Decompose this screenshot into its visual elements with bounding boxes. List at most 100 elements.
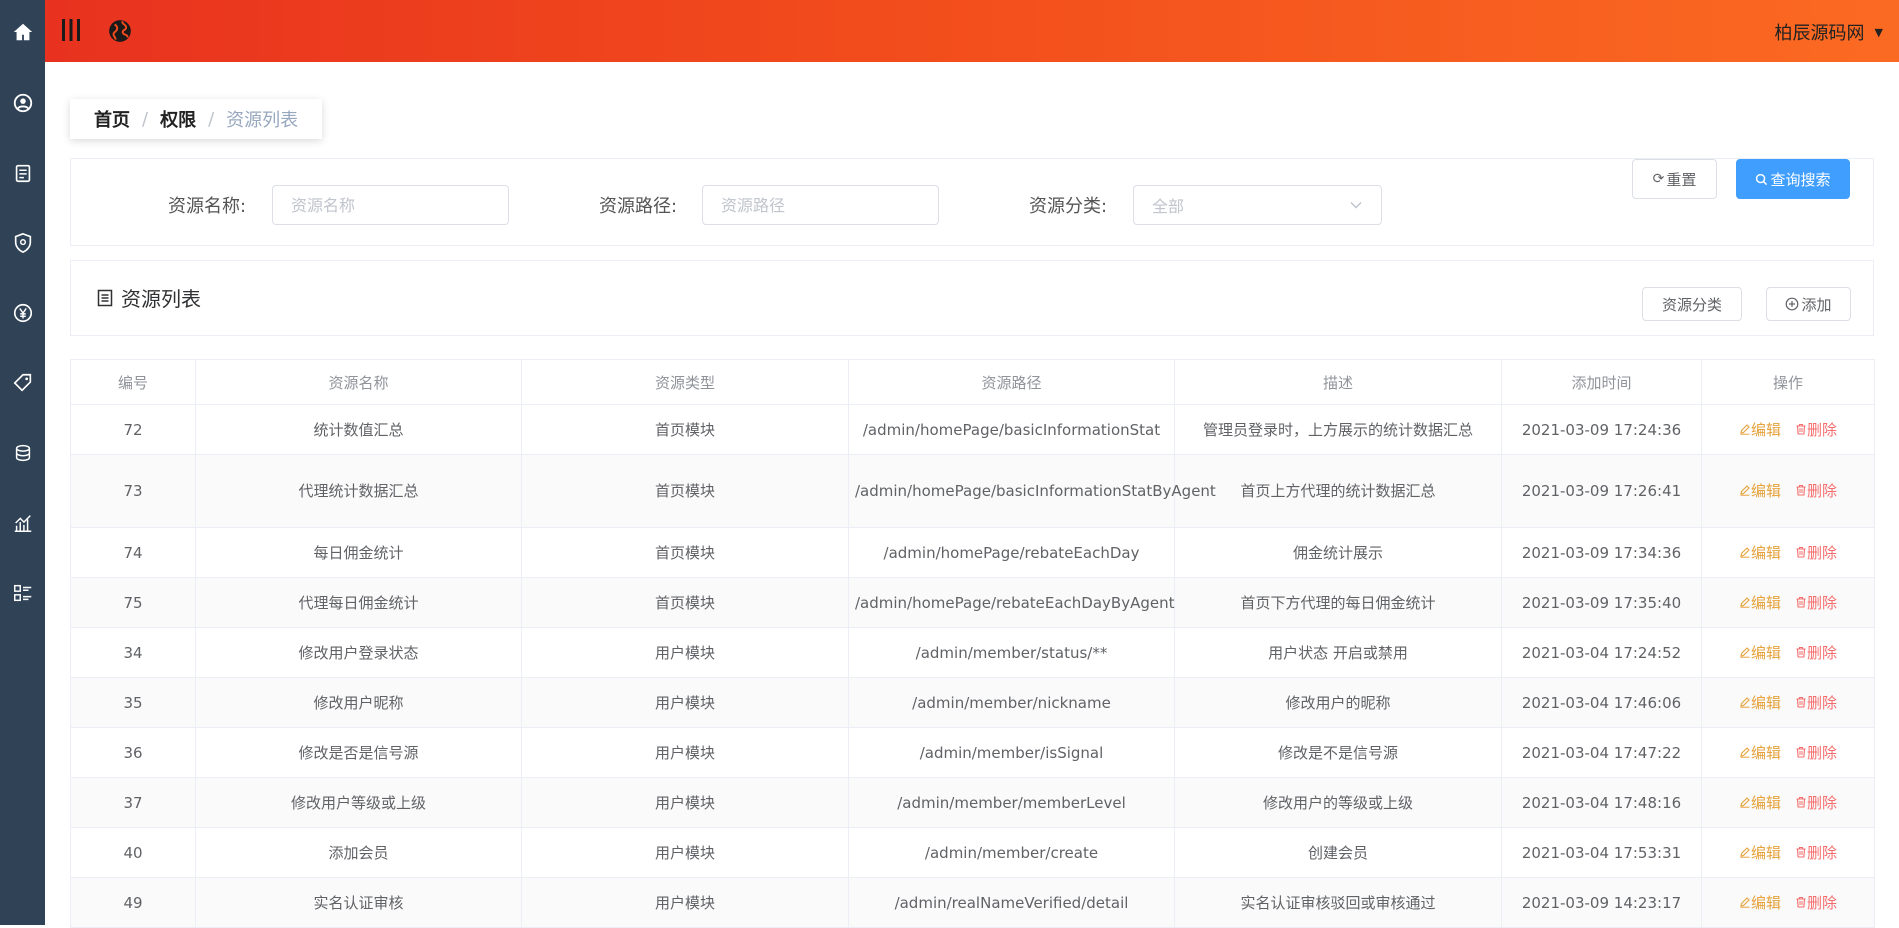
- list-title: 资源列表: [97, 283, 201, 312]
- user-circle-icon: [13, 93, 32, 113]
- cell-name: 代理统计数据汇总: [195, 454, 522, 528]
- sidebar-item-promo[interactable]: [0, 363, 45, 403]
- edit-button[interactable]: 编辑: [1739, 477, 1781, 505]
- cell-name: 实名认证审核: [195, 877, 522, 928]
- cell-type: 首页模块: [521, 577, 849, 628]
- edit-button-label: 编辑: [1750, 482, 1781, 500]
- cell-path: /admin/member/nickname: [848, 677, 1175, 728]
- delete-button-label: 删除: [1807, 543, 1838, 562]
- cell-name: 修改用户登录状态: [195, 627, 522, 678]
- table-row: 72 统计数值汇总 首页模块/admin/homePage/basicInforma…: [70, 404, 1875, 455]
- sidebar-item-orders[interactable]: [0, 153, 45, 193]
- cell-id: 73: [70, 454, 196, 528]
- search-panel: 资源名称: 资源路径: 资源分类: 全部 ⟳ 重置 查询搜索: [70, 158, 1874, 246]
- sidebar-item-assets[interactable]: [0, 433, 45, 473]
- table-body: 72 统计数值汇总 首页模块/admin/homePage/basicInforma…: [70, 404, 1875, 928]
- edit-button[interactable]: 编辑: [1739, 639, 1781, 667]
- edit-button[interactable]: 编辑: [1739, 689, 1781, 717]
- reset-button[interactable]: ⟳ 重置: [1632, 159, 1717, 199]
- cell-name: 代理每日佣金统计: [195, 577, 522, 628]
- delete-button-label: 删除: [1807, 793, 1838, 812]
- breadcrumb: 首页 / 权限 / 资源列表: [70, 99, 323, 139]
- edit-button-label: 编辑: [1750, 420, 1781, 439]
- list-header: 资源列表 资源分类 添加: [70, 260, 1874, 336]
- cell-type: 首页模块: [521, 454, 849, 528]
- sidebar-item-settings[interactable]: [0, 573, 45, 613]
- cell-name: 添加会员: [195, 827, 522, 878]
- cell-type: 首页模块: [521, 527, 849, 578]
- cell-id: 49: [70, 877, 196, 928]
- delete-button[interactable]: 删除: [1795, 789, 1837, 817]
- edit-button[interactable]: 编辑: [1739, 839, 1781, 867]
- edit-button[interactable]: 编辑: [1739, 589, 1781, 617]
- plus-circle-icon: [1786, 297, 1799, 311]
- cell-id: 40: [70, 827, 196, 878]
- cell-desc: 管理员登录时，上方展示的统计数据汇总: [1174, 404, 1502, 455]
- resource-path-label: 资源路径:: [599, 196, 678, 217]
- sidebar-item-stats[interactable]: [0, 503, 45, 543]
- cell-name: 修改是否是信号源: [195, 727, 522, 778]
- delete-button[interactable]: 删除: [1795, 739, 1837, 767]
- edit-button-label: 编辑: [1750, 593, 1781, 612]
- table-row: 49 实名认证审核 用户模块/admin/realNameVerified/deta…: [70, 877, 1875, 928]
- delete-button[interactable]: 删除: [1795, 839, 1837, 867]
- cell-time: 2021-03-09 17:35:40: [1501, 577, 1702, 628]
- delete-button[interactable]: 删除: [1795, 416, 1837, 444]
- resource-category-select[interactable]: 全部: [1133, 185, 1382, 225]
- add-button[interactable]: 添加: [1766, 287, 1851, 321]
- cell-time: 2021-03-04 17:48:16: [1501, 777, 1702, 828]
- delete-button[interactable]: 删除: [1795, 889, 1837, 917]
- globe-icon[interactable]: [107, 18, 133, 44]
- cell-path: /admin/homePage/rebateEachDay: [848, 527, 1175, 578]
- table-header-row: 编号 资源名称 资源类型 资源路径 描述 添加时间 操作: [70, 359, 1875, 405]
- delete-button[interactable]: 删除: [1795, 589, 1837, 617]
- table-row: 34 修改用户登录状态 用户模块/admin/member/status/** 用户状…: [70, 627, 1875, 678]
- column-header-desc: 描述: [1174, 359, 1502, 405]
- edit-button[interactable]: 编辑: [1739, 889, 1781, 917]
- cell-actions: 编辑 删除: [1701, 777, 1875, 828]
- delete-button[interactable]: 删除: [1795, 477, 1837, 505]
- trash-icon: [1796, 796, 1806, 808]
- cell-path: /admin/homePage/basicInformationStatByAg…: [848, 454, 1216, 528]
- cell-actions: 编辑 删除: [1701, 404, 1875, 455]
- resource-category-value: 全部: [1152, 197, 1185, 216]
- edit-button[interactable]: 编辑: [1739, 789, 1781, 817]
- sidebar-item-finance[interactable]: [0, 293, 45, 333]
- sidebar-item-user[interactable]: [0, 83, 45, 123]
- edit-icon: [1740, 485, 1750, 496]
- sidebar-item-home[interactable]: [0, 12, 45, 52]
- resource-category-button[interactable]: 资源分类: [1642, 287, 1742, 321]
- sidebar-item-security[interactable]: [0, 223, 45, 263]
- edit-button-label: 编辑: [1750, 543, 1781, 562]
- edit-button[interactable]: 编辑: [1739, 739, 1781, 767]
- edit-button-label: 编辑: [1750, 793, 1781, 812]
- delete-button[interactable]: 删除: [1795, 639, 1837, 667]
- resource-path-input[interactable]: [702, 185, 939, 225]
- delete-button[interactable]: 删除: [1795, 539, 1837, 567]
- search-icon: [1756, 173, 1768, 185]
- refresh-icon: ⟳: [1652, 171, 1665, 187]
- breadcrumb-home[interactable]: 首页: [94, 106, 130, 132]
- user-menu[interactable]: 柏辰源码网 ▼: [1775, 19, 1883, 45]
- cell-name: 修改用户等级或上级: [195, 777, 522, 828]
- delete-button[interactable]: 删除: [1795, 689, 1837, 717]
- delete-button-label: 删除: [1807, 843, 1838, 862]
- shield-icon: [14, 232, 31, 254]
- edit-icon: [1740, 423, 1750, 435]
- search-button[interactable]: 查询搜索: [1736, 159, 1850, 199]
- breadcrumb-parent[interactable]: 权限: [160, 106, 196, 132]
- cell-desc: 首页上方代理的统计数据汇总: [1174, 454, 1502, 528]
- edit-button[interactable]: 编辑: [1739, 416, 1781, 444]
- resource-name-input[interactable]: [272, 185, 509, 225]
- cell-id: 72: [70, 404, 196, 455]
- delete-button-label: 删除: [1807, 693, 1838, 712]
- trash-icon: [1796, 546, 1806, 558]
- column-header-path: 资源路径: [848, 359, 1175, 405]
- table-row: 37 修改用户等级或上级 用户模块/admin/member/memberLevel…: [70, 777, 1875, 828]
- cell-time: 2021-03-09 14:23:17: [1501, 877, 1702, 928]
- edit-button[interactable]: 编辑: [1739, 539, 1781, 567]
- menu-toggle-icon[interactable]: [59, 17, 83, 43]
- cell-actions: 编辑 删除: [1701, 727, 1875, 778]
- cell-time: 2021-03-09 17:34:36: [1501, 527, 1702, 578]
- cell-actions: 编辑 删除: [1701, 627, 1875, 678]
